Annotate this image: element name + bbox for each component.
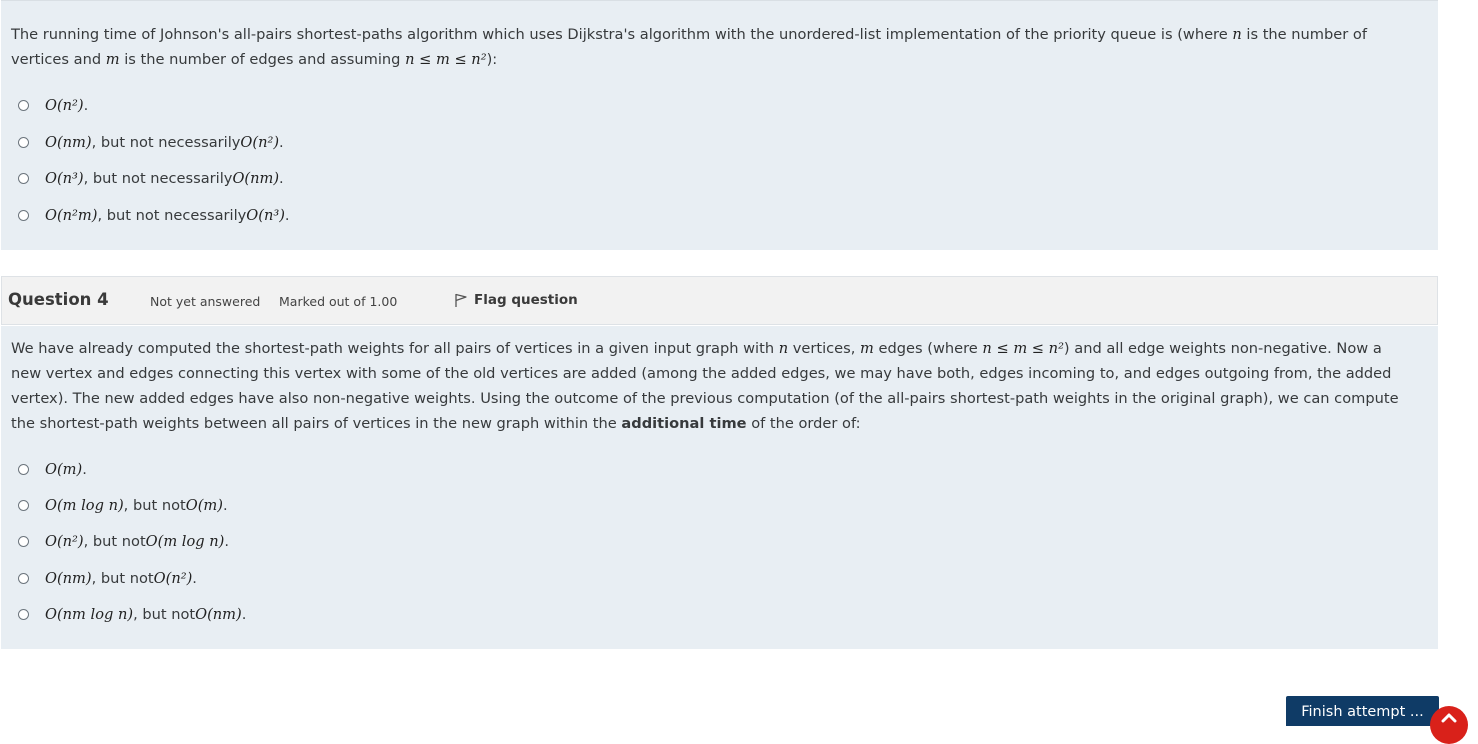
- q3-stem-math: n: [1232, 26, 1242, 43]
- answer-text: .: [241, 605, 247, 623]
- answer-text: , but not: [133, 605, 196, 623]
- question-3-text: The running time of Johnson's all-pairs …: [11, 22, 1412, 72]
- question-4-info: Question 4 Not yet answered Marked out o…: [1, 276, 1438, 325]
- flag-question-button[interactable]: Flag question: [454, 292, 578, 308]
- answer-math: O(nm): [45, 569, 92, 587]
- answer-text: .: [279, 169, 284, 187]
- answer-math: O(n³): [45, 169, 84, 187]
- answer-text: , but not: [91, 569, 154, 587]
- scroll-to-top-button[interactable]: [1430, 706, 1468, 744]
- answer-math: O(n³): [246, 206, 285, 224]
- chevron-up-icon: [1441, 713, 1457, 723]
- q3-stem-math: n ≤ m ≤ n²: [405, 51, 487, 68]
- answer-math: O(n²): [45, 532, 84, 550]
- answer-math: O(nm): [195, 605, 242, 623]
- question-title: Question 4: [8, 290, 109, 309]
- answer-math: O(n²m): [45, 206, 98, 224]
- answer-math: O(nm): [232, 169, 280, 187]
- radio-button[interactable]: [18, 499, 29, 511]
- q3-stem-math: m: [105, 51, 120, 68]
- answer-text: , but not: [123, 496, 186, 514]
- q4-stem-part: We have already computed the shortest-pa…: [11, 340, 779, 357]
- q4-stem-part: edges (where: [873, 340, 983, 357]
- answer-math: O(m log n): [45, 496, 124, 514]
- q3-answer-b[interactable]: O(nm), but not necessarily O(n²).: [18, 130, 284, 154]
- answer-text: , but not: [83, 532, 146, 550]
- answer-math: O(n²): [45, 96, 84, 114]
- q4-answer-e[interactable]: O(nm log n), but not O(nm).: [18, 602, 246, 626]
- answer-text: .: [284, 206, 290, 224]
- answer-text: .: [222, 496, 228, 514]
- answer-math: O(nm log n): [45, 605, 134, 623]
- question-4-text: We have already computed the shortest-pa…: [11, 336, 1412, 436]
- radio-button[interactable]: [18, 172, 29, 184]
- q4-stem-math: n ≤ m ≤ n²: [982, 340, 1064, 357]
- answer-text: .: [192, 569, 197, 587]
- q3-answer-c[interactable]: O(n³), but not necessarily O(nm).: [18, 166, 284, 190]
- q4-stem-part: vertices,: [788, 340, 861, 357]
- question-grade: Marked out of 1.00: [279, 294, 398, 309]
- flag-icon: [455, 293, 467, 307]
- answer-text: .: [82, 460, 87, 478]
- answer-text: , but not necessarily: [91, 133, 241, 151]
- question-4-content: We have already computed the shortest-pa…: [1, 326, 1438, 649]
- q4-stem-bold: additional time: [621, 415, 747, 432]
- finish-attempt-button[interactable]: Finish attempt ...: [1286, 696, 1439, 726]
- answer-text: .: [279, 133, 284, 151]
- radio-button[interactable]: [18, 209, 29, 221]
- answer-text: , but not necessarily: [83, 169, 233, 187]
- question-state: Not yet answered: [150, 294, 261, 309]
- flag-question-label: Flag question: [474, 292, 578, 308]
- q4-stem-math: m: [860, 340, 874, 357]
- radio-button[interactable]: [18, 463, 29, 475]
- q4-answer-d[interactable]: O(nm), but not O(n²).: [18, 566, 197, 590]
- answer-math: O(m): [185, 496, 223, 514]
- radio-button[interactable]: [18, 535, 29, 547]
- answer-math: O(n²): [153, 569, 193, 587]
- q4-answer-a[interactable]: O(m).: [18, 457, 87, 481]
- radio-button[interactable]: [18, 136, 29, 148]
- q3-stem-part: is the number of edges and assuming: [119, 51, 406, 68]
- answer-math: O(n²): [240, 133, 280, 151]
- answer-text: .: [83, 96, 89, 114]
- q3-stem-part: ):: [486, 51, 498, 68]
- q4-answer-c[interactable]: O(n²), but not O(m log n).: [18, 529, 229, 553]
- q3-answer-d[interactable]: O(n²m), but not necessarily O(n³).: [18, 203, 290, 227]
- question-3-content: The running time of Johnson's all-pairs …: [1, 0, 1438, 250]
- answer-math: O(m log n): [145, 532, 225, 550]
- answer-math: O(nm): [45, 133, 92, 151]
- answer-text: , but not necessarily: [97, 206, 247, 224]
- q3-answer-a[interactable]: O(n²).: [18, 93, 88, 117]
- q4-answer-b[interactable]: O(m log n), but not O(m).: [18, 493, 228, 517]
- answer-math: O(m): [45, 460, 83, 478]
- q3-stem-part: The running time of Johnson's all-pairs …: [11, 26, 1233, 43]
- q4-stem-math: n: [778, 340, 789, 357]
- radio-button[interactable]: [18, 99, 29, 111]
- q4-stem-part: of the order of:: [746, 415, 861, 432]
- radio-button[interactable]: [18, 572, 29, 584]
- radio-button[interactable]: [18, 608, 29, 620]
- answer-text: .: [224, 532, 229, 550]
